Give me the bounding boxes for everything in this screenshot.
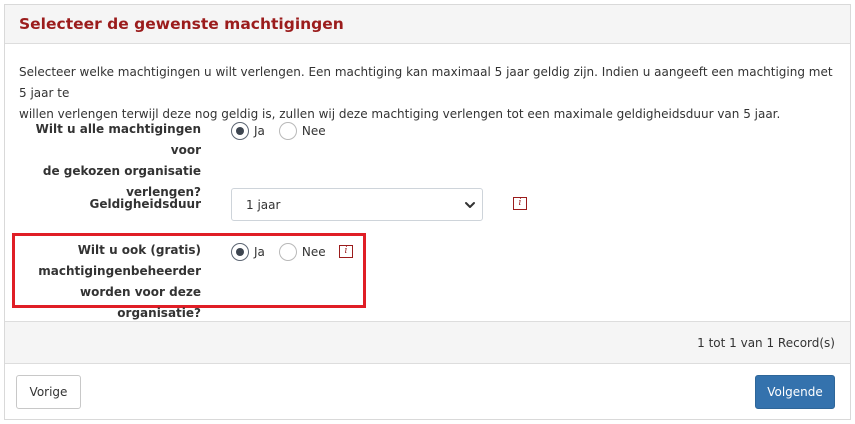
manager-radio-yes[interactable] <box>231 243 249 261</box>
panel-header: Selecteer de gewenste machtigingen <box>5 5 850 44</box>
manager-label: Wilt u ook (gratis) machtigingenbeheerde… <box>15 240 201 324</box>
renew-all-label-line-1: Wilt u alle machtigingen voor <box>35 122 201 157</box>
panel-title: Selecteer de gewenste machtigingen <box>19 15 344 33</box>
records-bar: 1 tot 1 van 1 Record(s) <box>5 321 850 364</box>
duration-label: Geldigheidsduur <box>89 197 201 211</box>
duration-selected-value: 1 jaar <box>246 198 281 212</box>
renew-all-label: Wilt u alle machtigingen voor de gekozen… <box>15 119 201 203</box>
records-count: 1 tot 1 van 1 Record(s) <box>697 336 835 350</box>
manager-label-line-1: Wilt u ook (gratis) <box>77 243 201 257</box>
renew-all-no-label[interactable]: Nee <box>302 124 326 138</box>
intro-text: Selecteer welke machtigingen u wilt verl… <box>19 62 839 125</box>
manager-radio-no[interactable] <box>278 243 297 261</box>
next-button[interactable]: Volgende <box>755 375 835 409</box>
manager-radio-group: Ja Nee <box>231 243 326 261</box>
duration-select[interactable]: 1 jaar <box>231 188 483 221</box>
previous-button[interactable]: Vorige <box>16 375 81 409</box>
manager-yes-label[interactable]: Ja <box>254 245 265 259</box>
manager-info-icon[interactable]: i <box>339 245 353 258</box>
renew-all-yes-label[interactable]: Ja <box>254 124 265 138</box>
chevron-down-icon <box>465 202 475 208</box>
duration-info-icon[interactable]: i <box>513 197 527 210</box>
manager-label-line-2: machtigingenbeheerder <box>38 264 201 278</box>
renew-all-radio-no[interactable] <box>278 122 297 140</box>
renew-all-label-line-2: de gekozen organisatie <box>42 164 201 178</box>
permissions-panel: Selecteer de gewenste machtigingen Selec… <box>4 4 851 420</box>
manager-label-line-3: worden voor deze organisatie? <box>80 285 201 320</box>
renew-all-radio-group: Ja Nee <box>231 122 326 140</box>
intro-line-1: Selecteer welke machtigingen u wilt verl… <box>19 65 833 100</box>
manager-no-label[interactable]: Nee <box>302 245 326 259</box>
renew-all-radio-yes[interactable] <box>231 122 249 140</box>
